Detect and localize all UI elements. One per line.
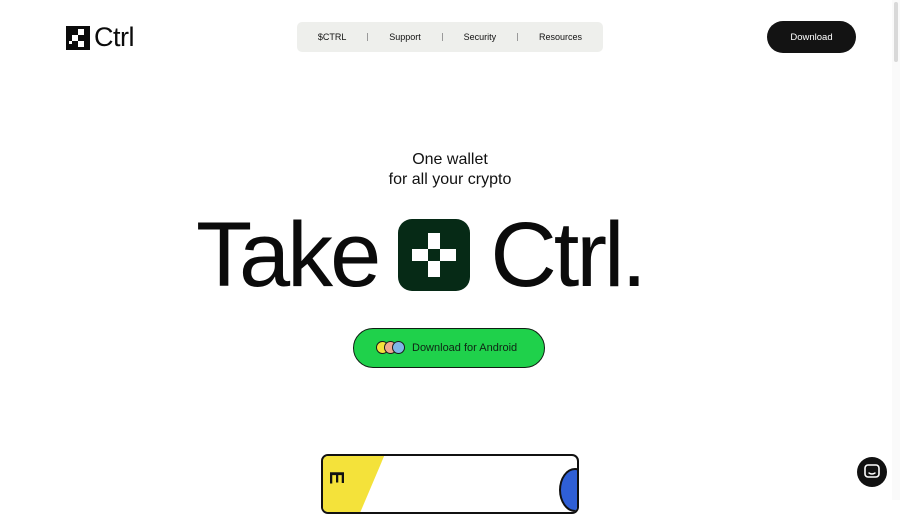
headline-take: Take — [196, 204, 381, 306]
nav-divider — [517, 33, 519, 41]
chat-button[interactable] — [857, 457, 887, 487]
download-android-button[interactable]: Download for Android — [353, 328, 545, 368]
chat-icon — [864, 464, 880, 478]
ctrl-logo-icon — [66, 25, 90, 50]
hero-subtitle: One wallet for all your crypto — [0, 150, 900, 190]
nav-item-ctrl-token[interactable]: $CTRL — [318, 32, 347, 42]
headline-ctrl: Ctrl. — [490, 204, 647, 306]
nav-divider — [441, 33, 443, 41]
nav-divider — [367, 33, 369, 41]
main-nav: $CTRL Support Security Resources — [297, 22, 603, 52]
ctrl-app-icon — [398, 219, 471, 291]
scrollbar-thumb[interactable] — [894, 2, 898, 62]
nav-item-resources[interactable]: Resources — [539, 32, 582, 42]
ctrl-logo[interactable]: Ctrl — [66, 22, 135, 52]
browser-dots-icon — [376, 341, 408, 355]
hero-subtitle-line2: for all your crypto — [388, 171, 512, 188]
nav-item-security[interactable]: Security — [464, 32, 497, 42]
dot-blue — [392, 341, 405, 354]
card-glyph: E — [325, 470, 348, 485]
download-android-label: Download for Android — [412, 342, 518, 354]
nav-item-support[interactable]: Support — [389, 32, 421, 42]
download-button[interactable]: Download — [767, 21, 856, 53]
logo-text: Ctrl — [94, 22, 135, 52]
wallet-card-preview: E — [321, 454, 579, 514]
hero-headline: Take Ctrl. — [196, 204, 647, 306]
card-blue-shape — [559, 468, 577, 512]
hero-subtitle-line1: One wallet — [412, 151, 488, 168]
page-scrollbar[interactable] — [892, 0, 900, 500]
